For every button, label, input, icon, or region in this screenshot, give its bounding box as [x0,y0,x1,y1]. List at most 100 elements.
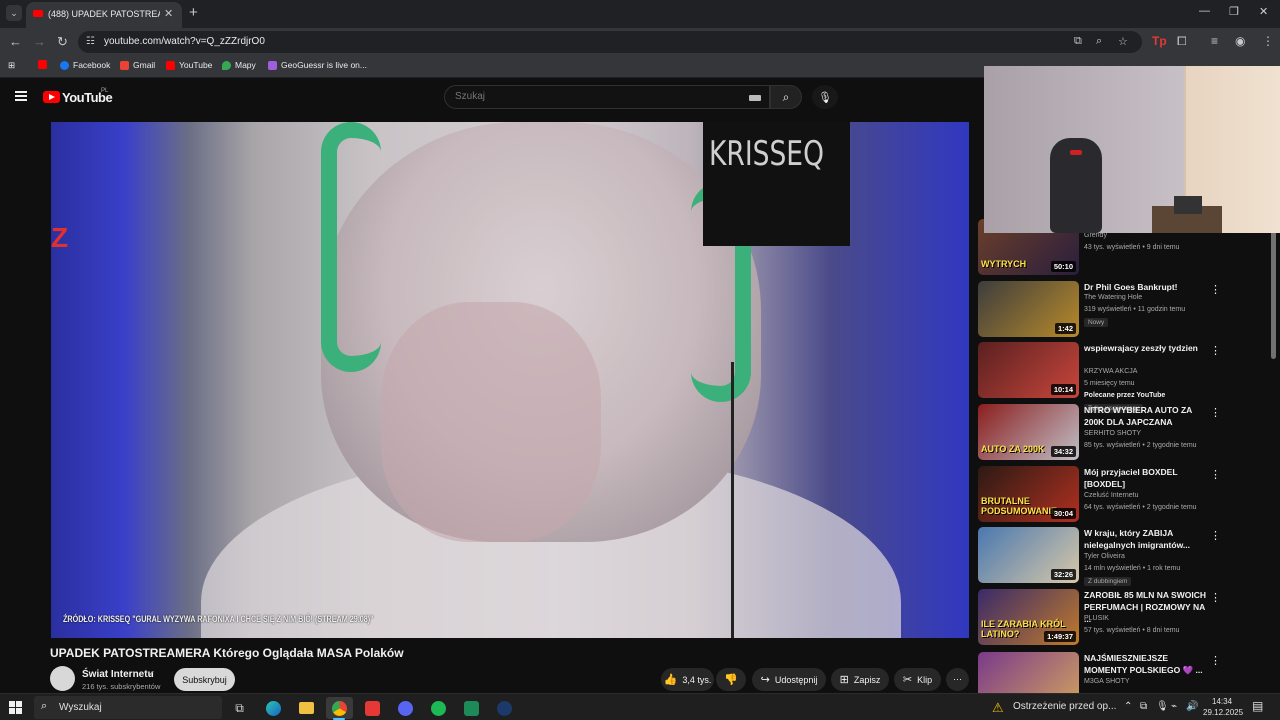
file-explorer-icon[interactable] [293,697,320,719]
microphone-icon[interactable]: 🎙 [1156,701,1169,712]
recommended-channel[interactable]: PLUSIK [1084,615,1109,622]
browser-tab-active[interactable]: (488) UPADEK PATOSTREAMERA ✕ [26,2,182,28]
window-close-icon[interactable]: ✕ [1259,5,1268,18]
browser-menu-icon[interactable]: ⋮ [1262,34,1274,48]
recommended-video-title[interactable]: NAJŚMIESZNIEJSZE MOMENTY POLSKIEGO 💜 ... [1084,652,1208,676]
like-button[interactable]: 👍 3,4 tys. [661,668,714,691]
video-player[interactable]: Z KRISSEQ ŹRÓDŁO: KRISSEQ "GURAL WYZYWA … [51,122,969,638]
app-green-icon[interactable] [458,697,485,719]
video-thumbnail[interactable]: ILE ZARABIA KRÓL LATINO? 1:49:37 [978,589,1079,645]
tab-close-icon[interactable]: ✕ [164,7,173,20]
url-text[interactable]: youtube.com/watch?v=Q_zZZrdjrO0 [104,36,265,47]
warning-icon[interactable]: ⚠ [992,700,1004,716]
tab-search-button[interactable]: ⌄ [6,5,22,21]
scrollbar-thumb[interactable] [1271,229,1276,359]
recommended-channel[interactable]: KRZYWA AKCJA [1084,368,1137,375]
video-thumbnail[interactable]: 10:14 [978,342,1079,398]
recommended-channel[interactable]: M3GA SHOTY [1084,678,1130,685]
save-button[interactable]: ⊞ Zapisz [831,668,889,691]
network-icon[interactable]: ⌁ [1171,701,1177,712]
bookmark-geoguessr[interactable]: GeoGuessr is live on... [268,60,367,70]
recommended-video[interactable]: AUTO ZA 200K 34:32 NITRO WYBIERA AUTO ZA 2… [978,404,1228,464]
apps-grid-icon[interactable]: ⊞ [8,60,15,71]
menu-hamburger-icon[interactable] [15,91,27,101]
more-vertical-icon[interactable]: ⋮ [1210,468,1221,481]
more-vertical-icon[interactable]: ⋮ [1210,529,1221,542]
keyboard-icon[interactable] [749,95,761,101]
recommended-video-title[interactable]: NITRO WYBIERA AUTO ZA 200K DLA JAPCZANA [1084,404,1208,428]
bookmark-youtube-red[interactable] [38,60,51,69]
recommended-channel[interactable]: SERHITO SHOTY [1084,430,1141,437]
wps-office-icon[interactable] [359,697,386,719]
edge-browser-icon[interactable] [260,697,287,719]
channel-name[interactable]: Świat Internetu [82,669,154,680]
bookmark-gmail[interactable]: Gmail [120,60,155,70]
notification-center-icon[interactable]: ▤ [1252,699,1263,713]
search-box[interactable] [444,85,770,109]
recommended-video[interactable]: BRUTALNE PODSUMOWANIE 30:04 Mój przyjaciel… [978,466,1228,526]
recommended-video-title[interactable]: Dr Phil Goes Bankrupt! [1084,281,1208,293]
dislike-button[interactable]: 👎 [716,668,746,691]
recommended-video-title[interactable]: Mój przyjaciel BOXDEL [BOXDEL] [1084,466,1208,490]
zoom-icon[interactable]: ⌕ [1096,35,1102,48]
recommended-video[interactable]: ILE ZARABIA KRÓL LATINO? 1:49:37 ZAROBIŁ 8… [978,589,1228,649]
reload-icon[interactable]: ↻ [57,34,68,50]
discord-icon[interactable] [392,697,419,719]
profile-avatar-icon[interactable]: ◉ [1235,34,1245,48]
chrome-icon[interactable] [326,697,353,719]
recommended-video[interactable]: 32:26 W kraju, który ZABIJA nielegalnych … [978,527,1228,587]
video-thumbnail[interactable]: 32:26 [978,527,1079,583]
windows-start-icon[interactable] [9,701,22,714]
more-vertical-icon[interactable]: ⋮ [1210,344,1221,357]
window-minimize-icon[interactable]: — [1199,5,1210,17]
recommended-video-title[interactable]: wspiewrajacy zeszły tydzien [1084,342,1208,354]
voice-search-button[interactable]: 🎙 [812,85,838,109]
more-actions-button[interactable]: ⋯ [946,668,969,691]
chevron-up-icon[interactable]: ⌃ [1124,701,1132,712]
share-button[interactable]: ↪ Udostępnij [752,668,826,691]
tray-app-icon[interactable]: ⧉ [1140,701,1147,712]
channel-avatar[interactable] [50,666,75,691]
bookmark-youtube[interactable]: YouTube [166,60,212,70]
subscribe-button[interactable]: Subskrybuj [174,668,235,691]
recommended-channel[interactable]: Tyler Oliveira [1084,553,1125,560]
volume-icon[interactable]: 🔊 [1186,701,1198,712]
spotify-icon[interactable] [425,697,452,719]
sidebar-scrollbar[interactable] [1271,229,1276,689]
extension-icon[interactable]: Tp [1152,34,1167,48]
window-restore-icon[interactable]: ❐ [1229,5,1239,18]
video-thumbnail[interactable]: AUTO ZA 200K 34:32 [978,404,1079,460]
notification-text[interactable]: Ostrzeżenie przed op... [1013,701,1116,712]
recommended-channel[interactable]: Grendy [1084,232,1107,239]
more-vertical-icon[interactable]: ⋮ [1210,283,1221,296]
search-input[interactable] [455,91,735,102]
back-arrow-icon[interactable]: ← [9,34,22,49]
clock-time[interactable]: 14:34 [1212,697,1232,706]
bookmark-star-icon[interactable]: ☆ [1118,35,1128,48]
recommended-video-title[interactable]: W kraju, który ZABIJA nielegalnych imigr… [1084,527,1208,551]
youtube-logo-icon[interactable] [43,91,60,103]
extensions-puzzle-icon[interactable]: ⧠ [1177,34,1187,49]
clock-date[interactable]: 29.12.2025 [1203,708,1243,717]
search-button[interactable]: ⌕ [770,85,802,109]
media-controls-icon[interactable]: ≡ [1211,34,1218,48]
recommended-video[interactable]: NAJŚMIESZNIEJSZE MOMENTY POLSKIEGO 💜 ...… [978,652,1228,693]
recommended-channel[interactable]: The Watering Hole [1084,294,1142,301]
new-tab-button[interactable]: + [189,4,198,21]
more-vertical-icon[interactable]: ⋮ [1210,591,1221,604]
bookmark-maps[interactable]: Mapy [222,60,256,70]
task-view-icon[interactable]: ⧉ [226,697,253,719]
address-bar[interactable]: ☷ youtube.com/watch?v=Q_zZZrdjrO0 ⧉ ⌕ ☆ [78,31,1142,53]
clip-button[interactable]: ✂ Klip [894,668,941,691]
more-vertical-icon[interactable]: ⋮ [1210,654,1221,667]
video-thumbnail[interactable] [978,652,1079,693]
steam-icon[interactable] [491,697,518,719]
recommended-video[interactable]: 1:42 Dr Phil Goes Bankrupt! The Watering H… [978,281,1228,341]
more-vertical-icon[interactable]: ⋮ [1210,406,1221,419]
video-thumbnail[interactable]: BRUTALNE PODSUMOWANIE 30:04 [978,466,1079,522]
cast-icon[interactable]: ⧉ [1074,35,1082,48]
forward-arrow-icon[interactable]: → [33,34,46,49]
recommended-channel[interactable]: Czeluść Internetu [1084,492,1138,499]
recommended-video[interactable]: 10:14 wspiewrajacy zeszły tydzien KRZYWA A… [978,342,1228,413]
video-thumbnail[interactable]: 1:42 [978,281,1079,337]
